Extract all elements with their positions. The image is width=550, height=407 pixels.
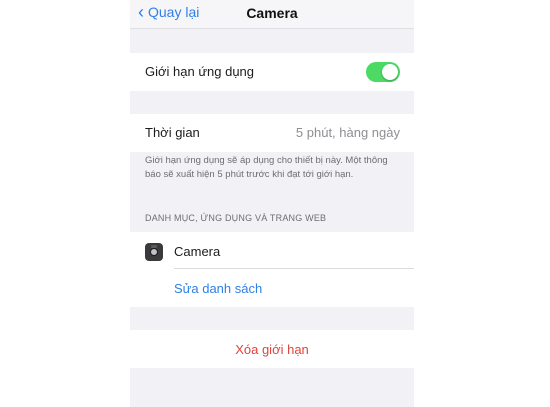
camera-icon — [145, 243, 163, 261]
section-header: DANH MỤC, ỨNG DỤNG VÀ TRANG WEB — [145, 213, 327, 223]
delete-limit-button[interactable]: Xóa giới hạn — [130, 342, 414, 357]
time-value: 5 phút, hàng ngày — [295, 125, 400, 140]
toggle-knob — [382, 64, 398, 80]
app-limit-label: Giới hạn ứng dụng — [145, 64, 255, 79]
time-label: Thời gian — [145, 125, 200, 140]
time-cell[interactable]: Thời gian 5 phút, hàng ngày — [130, 114, 414, 152]
app-name-camera: Camera — [174, 244, 221, 259]
row-separator — [174, 268, 414, 269]
settings-screen: ‹ Quay lại Camera Giới hạn ứng dụng Thời… — [130, 0, 414, 407]
page-title: Camera — [246, 5, 298, 21]
camera-lens — [150, 248, 158, 256]
edit-list-button[interactable]: Sửa danh sách — [174, 281, 262, 296]
app-limit-cell: Giới hạn ứng dụng — [130, 53, 414, 91]
navigation-bar: ‹ Quay lại Camera — [130, 0, 414, 29]
delete-limit-cell: Xóa giới hạn — [130, 330, 414, 368]
limit-footer-note: Giới hạn ứng dụng sẽ áp dụng cho thiết b… — [145, 155, 388, 180]
app-limit-toggle[interactable] — [366, 62, 400, 82]
app-list-group — [130, 232, 414, 307]
